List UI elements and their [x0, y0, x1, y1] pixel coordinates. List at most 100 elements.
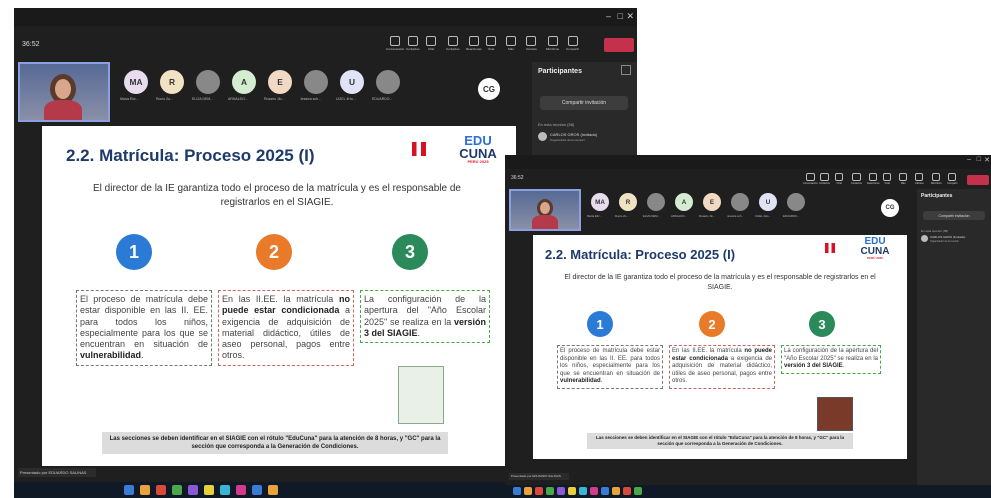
presenter-camera[interactable] [18, 62, 110, 122]
participant-avatar[interactable]: MA [591, 193, 609, 211]
toolbar-label: Contactos [446, 47, 460, 51]
panel-person-name[interactable]: CARLOS GROS (Invitado) [550, 132, 597, 137]
participant-avatar[interactable]: U [340, 70, 364, 94]
panel-close-icon[interactable] [621, 65, 631, 75]
taskbar-app-icon[interactable] [590, 487, 598, 495]
participant-avatar[interactable]: A [675, 193, 693, 211]
taskbar-app-icon[interactable] [524, 487, 532, 495]
participant-name: EDUARDO... [372, 97, 393, 101]
participant-avatar[interactable] [787, 193, 805, 211]
toolbar-button[interactable]: Conversación [386, 36, 404, 51]
participant-avatar[interactable]: R [619, 193, 637, 211]
toolbar-button[interactable]: Contactos [446, 36, 460, 51]
close-icon[interactable]: ✕ [626, 11, 634, 22]
maximize-icon[interactable]: □ [977, 156, 981, 163]
participant-name: Rocío Zu... [156, 97, 174, 101]
panel-section-label: En esta reunión (58) [538, 122, 575, 127]
close-icon[interactable]: ✕ [984, 156, 990, 164]
participant-avatar[interactable] [376, 70, 400, 94]
toolbar-button[interactable]: Chat [426, 36, 436, 51]
taskbar-app-icon[interactable] [546, 487, 554, 495]
participant-name: Rosario Jlo... [264, 97, 285, 101]
taskbar-app-icon[interactable] [188, 485, 198, 495]
taskbar-app-icon[interactable] [557, 487, 565, 495]
participant-avatar[interactable]: E [703, 193, 721, 211]
toolbar-button[interactable]: Micrófono [931, 173, 942, 185]
toolbar-label: Compartir [947, 182, 958, 186]
toolbar-button[interactable]: Micrófono [546, 36, 559, 51]
toolbar-button[interactable]: Reacciones [867, 173, 880, 185]
educuna-logo: EDU CUNA PERÚ 2025 [459, 133, 497, 164]
toolbar-button[interactable]: Reacciones [466, 36, 482, 51]
participant-avatar[interactable] [196, 70, 220, 94]
taskbar-app-icon[interactable] [140, 485, 150, 495]
toolbar-button[interactable]: Vista [883, 173, 892, 185]
taskbar-app-icon[interactable] [252, 485, 262, 495]
toolbar-icon [567, 36, 578, 46]
leave-button[interactable] [604, 38, 634, 52]
toolbar-button[interactable]: Vista [486, 36, 496, 51]
taskbar-app-icon[interactable] [634, 487, 642, 495]
taskbar-app-icon[interactable] [124, 485, 134, 495]
presenter-camera[interactable] [509, 189, 581, 231]
panel-person-role: Organizador de la reunión [930, 240, 959, 243]
shared-slide: 2.2. Matrícula: Proceso 2025 (I) EDU CUN… [533, 235, 907, 459]
participant-avatar[interactable]: R [160, 70, 184, 94]
toolbar-icon [835, 173, 844, 182]
taskbar-app-icon[interactable] [612, 487, 620, 495]
taskbar-app-icon[interactable] [601, 487, 609, 495]
participant-avatar[interactable]: A [232, 70, 256, 94]
toolbar-button[interactable]: Contactos [819, 173, 830, 185]
toolbar-button[interactable]: Conversación [803, 173, 818, 185]
toolbar-button[interactable]: Contactos [851, 173, 862, 185]
taskbar-app-icon[interactable] [513, 487, 521, 495]
participant-name: Jessica sch... [300, 97, 322, 101]
step-1-box: El proceso de matrícula debe estar dispo… [76, 290, 212, 366]
minimize-icon[interactable]: – [967, 156, 971, 163]
participant-avatar[interactable]: MA [124, 70, 148, 94]
taskbar-app-icon[interactable] [568, 487, 576, 495]
minimize-icon[interactable]: – [606, 11, 611, 21]
toolbar-button[interactable]: Compartir [947, 173, 958, 185]
taskbar-app-icon[interactable] [623, 487, 631, 495]
toolbar-label: Chat [427, 47, 435, 51]
participant-avatar[interactable] [304, 70, 328, 94]
share-invite-button[interactable]: Compartir invitación [540, 96, 628, 110]
participant-avatar-extra[interactable]: CG [478, 78, 500, 100]
leave-button[interactable] [967, 175, 989, 185]
siagie-screenshot-image [817, 397, 853, 431]
taskbar-app-icon[interactable] [268, 485, 278, 495]
taskbar-app-icon[interactable] [156, 485, 166, 495]
share-invite-button[interactable]: Compartir invitación [923, 211, 985, 220]
meeting-timer: 36:52 [511, 175, 524, 181]
slide-title: 2.2. Matrícula: Proceso 2025 (I) [545, 247, 736, 262]
toolbar-label: Chat [836, 182, 842, 186]
participant-avatar[interactable] [647, 193, 665, 211]
taskbar-app-icon[interactable] [220, 485, 230, 495]
taskbar-app-icon[interactable] [579, 487, 587, 495]
toolbar-button[interactable]: Contactos [406, 36, 420, 51]
participant-avatar-extra[interactable]: CG [881, 199, 899, 217]
step-1-circle: 1 [587, 311, 613, 337]
toolbar-button[interactable]: Más [899, 173, 908, 185]
toolbar-button[interactable]: Compartir [566, 36, 579, 51]
toolbar-icon [869, 173, 878, 182]
participant-avatar[interactable]: E [268, 70, 292, 94]
participant-avatar[interactable]: U [759, 193, 777, 211]
slide-intro: El director de la IE garantiza todo el p… [564, 274, 876, 291]
toolbar-button[interactable]: Cámara [915, 173, 924, 185]
taskbar-app-icon[interactable] [535, 487, 543, 495]
panel-person-name[interactable]: CARLOS GROS (Invitado) [930, 235, 965, 239]
taskbar-app-icon[interactable] [236, 485, 246, 495]
taskbar-app-icon[interactable] [204, 485, 214, 495]
taskbar-app-icon[interactable] [172, 485, 182, 495]
step-3-box: La configuración de la apertura del "Año… [781, 345, 881, 374]
participant-name: María Elíz... [120, 97, 139, 101]
participant-avatar[interactable] [731, 193, 749, 211]
toolbar-button[interactable]: Cámara [526, 36, 537, 51]
toolbar-button[interactable]: Más [506, 36, 516, 51]
toolbar-label: Conversación [803, 182, 818, 186]
toolbar-label: Micrófono [546, 47, 560, 51]
maximize-icon[interactable]: □ [618, 11, 623, 21]
toolbar-button[interactable]: Chat [835, 173, 844, 186]
